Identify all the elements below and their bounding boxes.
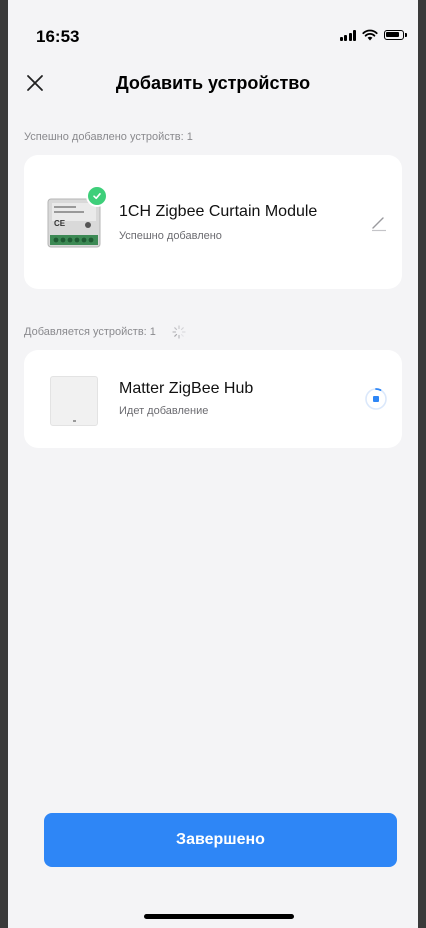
device-status: Успешно добавлено [119,230,222,242]
adding-section-label: Добавляется устройств: 1 [24,325,186,339]
adding-section-label-text: Добавляется устройств: 1 [24,326,156,338]
battery-icon [384,30,407,40]
edit-icon[interactable] [370,214,388,232]
wifi-icon [362,29,378,41]
progress-stop-icon[interactable] [364,387,388,411]
device-name: Matter ZigBee Hub [119,380,254,397]
hub-image [50,376,98,426]
home-indicator[interactable] [144,914,294,919]
page-title: Добавить устройство [115,73,311,93]
device-status: Идет добавление [119,405,209,417]
cellular-signal-icon [339,29,356,41]
status-time: 16:53 [36,27,80,46]
screen: 16:53 Добавить устройство Успешно добавл… [8,0,418,928]
done-button[interactable]: Завершено [44,813,397,867]
device-card-success[interactable]: CE 1CH Zigbee Curtain Module Успешно доб… [24,155,402,289]
loading-spinner-icon [172,325,186,339]
status-icons [339,29,407,41]
svg-text:CE: CE [54,219,66,228]
success-check-icon [86,185,108,207]
device-name: 1CH Zigbee Curtain Module [119,203,318,220]
success-section-label: Успешно добавлено устройств: 1 [24,131,193,143]
device-card-adding[interactable]: Matter ZigBee Hub Идет добавление [24,350,402,448]
